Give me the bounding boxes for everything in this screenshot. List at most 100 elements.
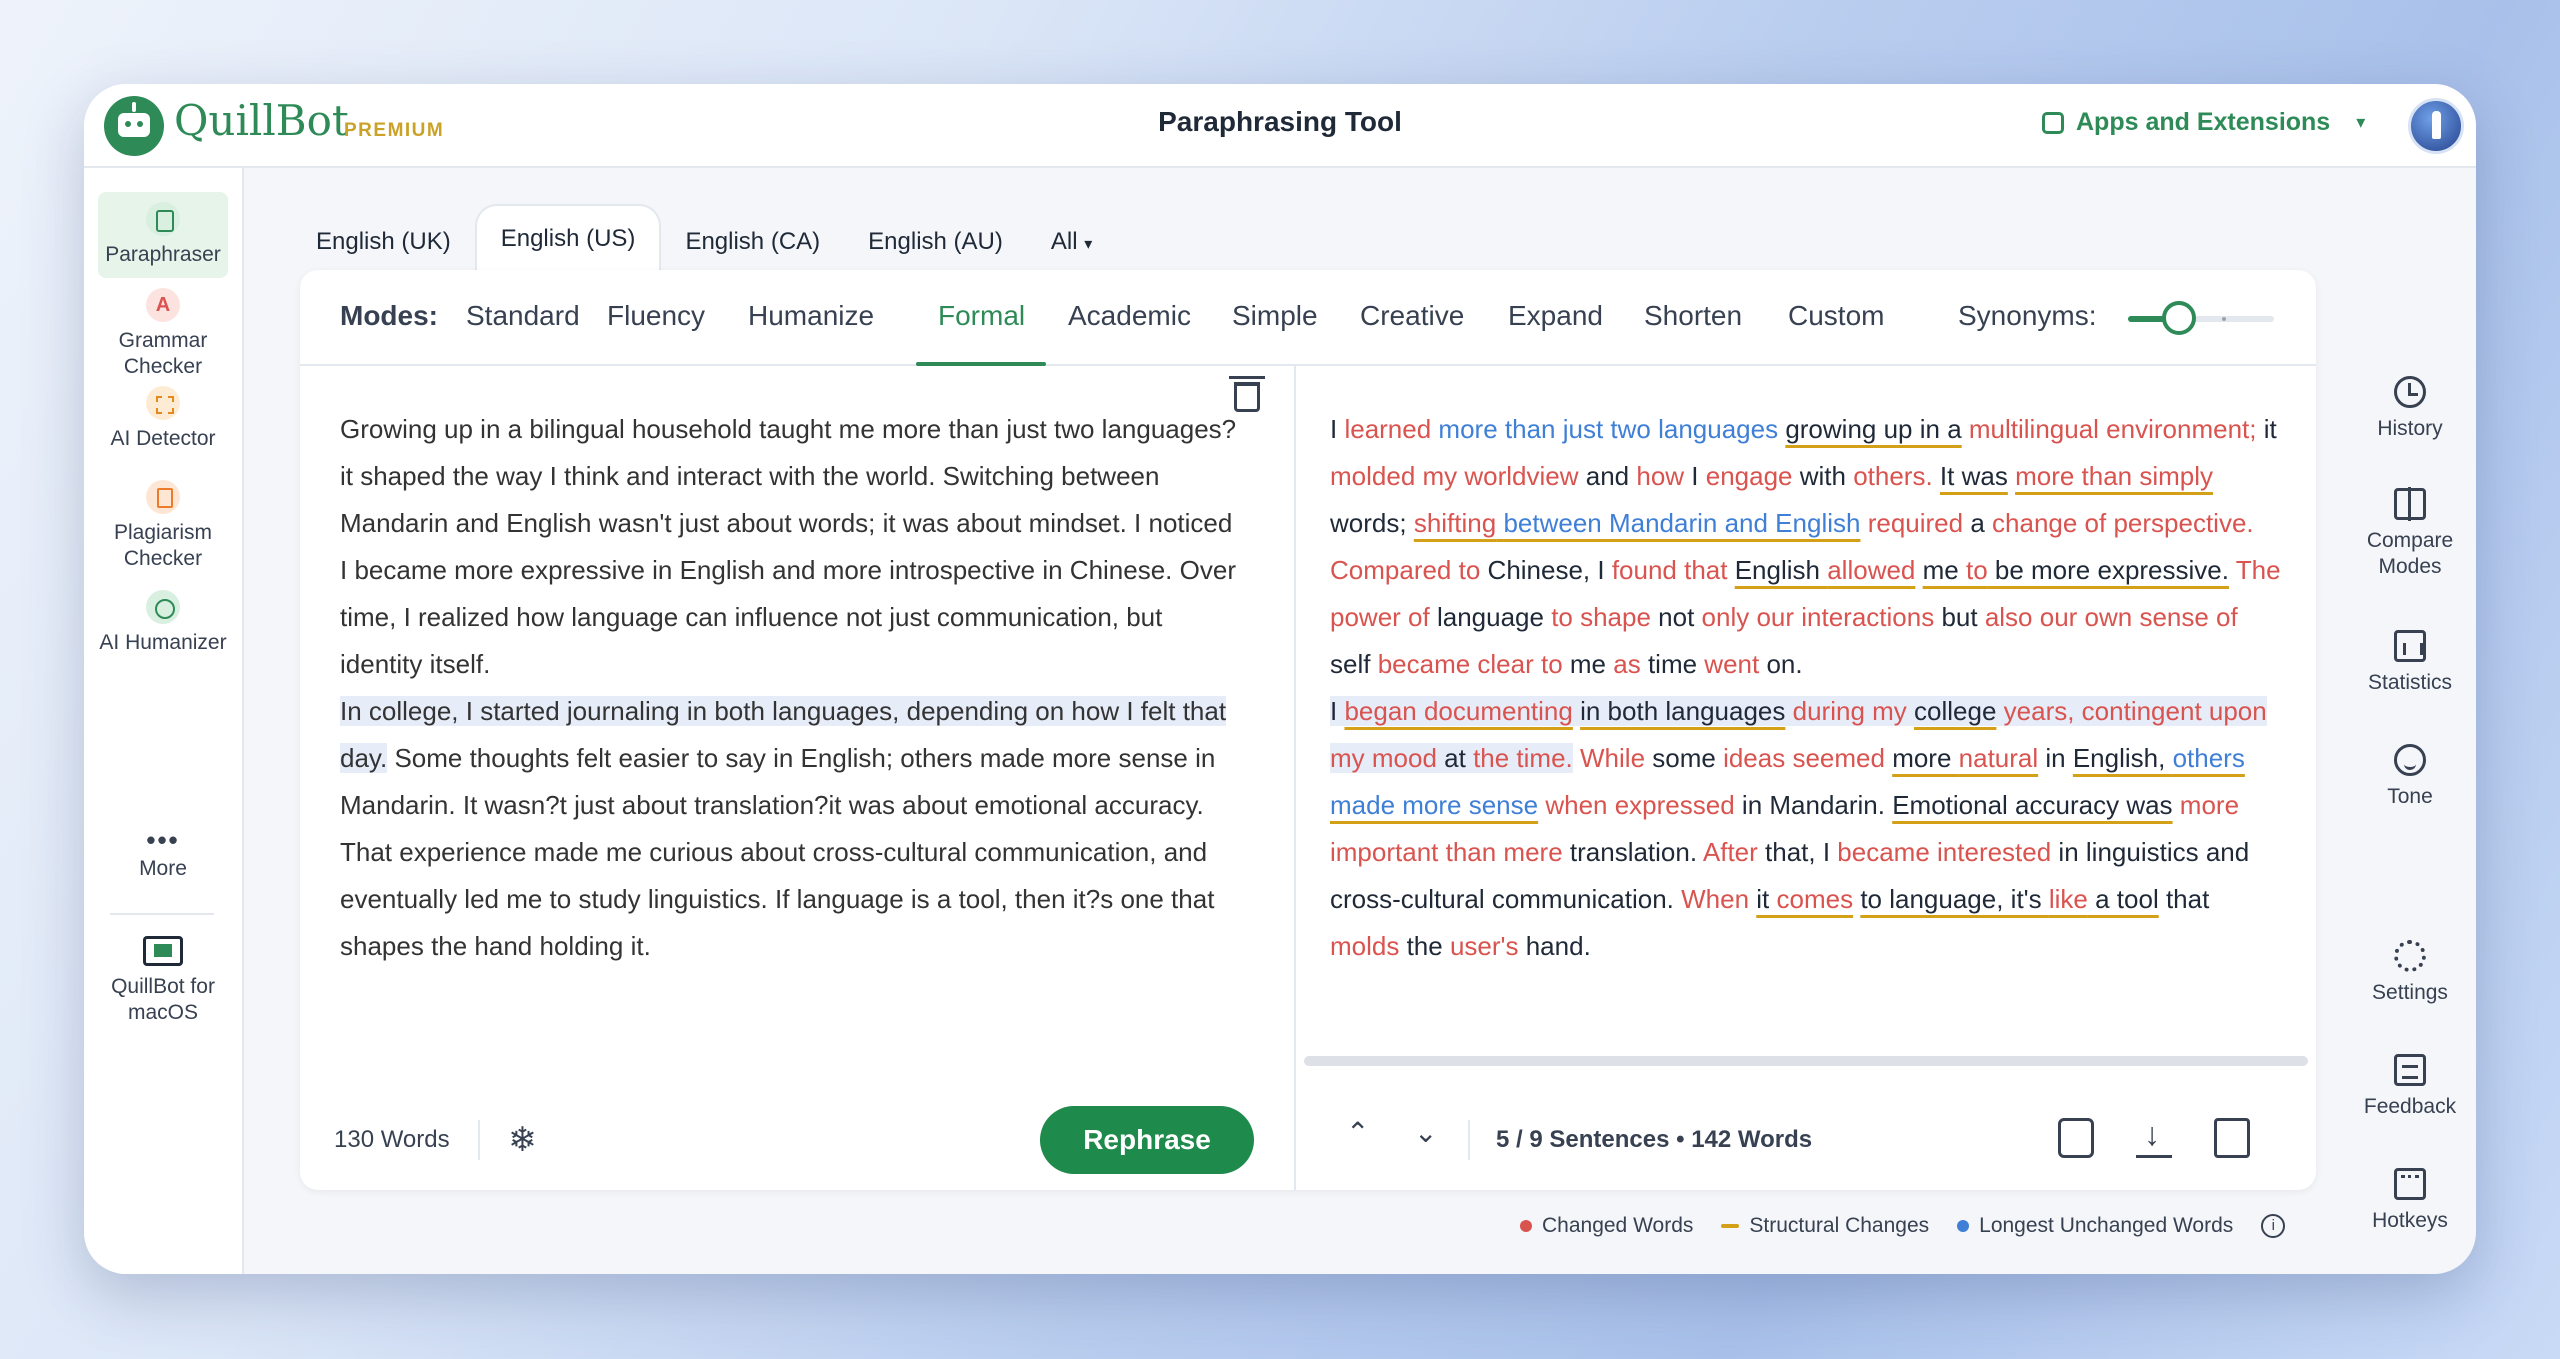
left-sidebar: Paraphraser A Grammar Checker AI Detecto… [84, 168, 244, 1274]
sidebar-item-macos[interactable]: QuillBot for macOS [98, 936, 228, 1026]
tab-english-au[interactable]: English (AU) [844, 212, 1027, 272]
rail-tone[interactable]: Tone [2354, 744, 2466, 810]
sentence-stats: 5 / 9 Sentences • 142 Words [1496, 1126, 1812, 1154]
bullet-separator: • [1676, 1126, 1692, 1153]
rail-statistics[interactable]: Statistics [2354, 630, 2466, 696]
legend-dot [1957, 1220, 1970, 1233]
rephrase-button[interactable]: Rephrase [1040, 1106, 1254, 1174]
rail-settings[interactable]: Settings [2354, 940, 2466, 1006]
input-text-area[interactable]: Growing up in a bilingual household taug… [340, 406, 1240, 970]
slider-tick [2222, 317, 2226, 321]
rail-feedback[interactable]: Feedback [2354, 1054, 2466, 1120]
output-text-area[interactable]: I learned more than just two languages g… [1330, 406, 2285, 970]
sidebar-item-more[interactable]: ••• More [98, 825, 228, 882]
tab-english-uk[interactable]: English (UK) [292, 212, 475, 272]
grammar-checker-icon: A [146, 288, 180, 322]
ai-detector-icon [146, 386, 180, 420]
legend-label: Structural Changes [1749, 1214, 1930, 1237]
more-icon: ••• [146, 825, 180, 855]
sidebar-item-label: QuillBot for macOS [111, 975, 215, 1024]
rail-hotkeys[interactable]: Hotkeys [2354, 1168, 2466, 1234]
sidebar-divider [110, 913, 214, 915]
pane-divider [1294, 366, 1296, 1190]
hotkeys-icon [2394, 1168, 2426, 1200]
info-icon[interactable]: i [2261, 1214, 2286, 1238]
footer-divider [478, 1120, 480, 1160]
delete-icon[interactable] [1229, 376, 1265, 412]
mode-humanize[interactable]: Humanize [748, 300, 874, 332]
synonyms-slider[interactable] [2128, 301, 2274, 335]
rail-label: Hotkeys [2372, 1209, 2448, 1232]
sidebar-item-paraphraser[interactable]: Paraphraser [98, 192, 228, 278]
download-icon[interactable] [2136, 1116, 2172, 1158]
freeze-words-icon[interactable]: ❄ [508, 1120, 537, 1160]
puzzle-icon [2042, 111, 2064, 134]
synonyms-label: Synonyms: [1958, 300, 2097, 331]
apps-extensions-button[interactable]: Apps and Extensions ▾ [2042, 108, 2365, 137]
compare-icon[interactable] [2058, 1118, 2094, 1158]
output-word-count: 142 Words [1691, 1126, 1813, 1153]
rail-label: Feedback [2363, 1095, 2457, 1118]
input-word-count: 130 Words [334, 1126, 450, 1153]
app-window: QuillBot PREMIUM Paraphrasing Tool Apps … [84, 84, 2476, 1274]
previous-sentence-icon[interactable]: ⌃ [1346, 1116, 1369, 1149]
sidebar-item-label: More [139, 857, 187, 880]
next-sentence-icon[interactable]: ⌄ [1414, 1116, 1437, 1149]
legend-unchanged-words: Longest Unchanged Words [1957, 1214, 2233, 1238]
sentence-count: 5 / 9 Sentences [1496, 1126, 1670, 1153]
change-legend: Changed Words Structural Changes Longest… [1520, 1214, 2286, 1238]
mode-fluency[interactable]: Fluency [607, 300, 705, 332]
footer-divider [1468, 1120, 1470, 1160]
mode-simple[interactable]: Simple [1232, 300, 1318, 332]
input-paragraph-2: Some thoughts felt easier to say in Engl… [340, 743, 1216, 961]
sidebar-item-label: AI Detector [110, 427, 216, 450]
top-bar: QuillBot PREMIUM Paraphrasing Tool Apps … [84, 84, 2476, 168]
mode-formal[interactable]: Formal [938, 300, 1025, 332]
compare-modes-icon [2394, 487, 2426, 521]
rail-label: Tone [2387, 785, 2433, 808]
input-footer: 130 Words ❄ Rephrase [300, 1090, 1294, 1190]
sidebar-item-ai-humanizer[interactable]: AI Humanizer [98, 590, 228, 656]
synonyms-slider-knob[interactable] [2162, 301, 2196, 335]
tone-icon [2394, 744, 2426, 776]
mode-creative[interactable]: Creative [1360, 300, 1464, 332]
tab-all-languages[interactable]: All ▾ [1027, 212, 1116, 272]
modes-bar: Modes: Standard Fluency Humanize Formal … [300, 270, 2316, 366]
macos-icon [143, 936, 183, 966]
ai-humanizer-icon [146, 590, 180, 624]
statistics-icon [2394, 630, 2426, 662]
sidebar-item-ai-detector[interactable]: AI Detector [98, 386, 228, 452]
tab-english-us[interactable]: English (US) [474, 204, 662, 272]
mode-expand[interactable]: Expand [1508, 300, 1603, 332]
tab-english-ca[interactable]: English (CA) [661, 212, 844, 272]
modes-label: Modes: [340, 300, 438, 331]
plagiarism-checker-icon [146, 480, 180, 514]
copy-icon[interactable] [2214, 1118, 2250, 1158]
rail-compare-modes[interactable]: Compare Modes [2354, 487, 2466, 580]
history-icon [2394, 376, 2426, 408]
chevron-down-icon: ▾ [2356, 112, 2366, 132]
sidebar-item-grammar-checker[interactable]: A Grammar Checker [98, 288, 228, 380]
mode-shorten[interactable]: Shorten [1644, 300, 1742, 332]
active-mode-indicator [916, 362, 1046, 366]
sidebar-item-plagiarism-checker[interactable]: Plagiarism Checker [98, 480, 228, 572]
paraphrase-editor: Modes: Standard Fluency Humanize Formal … [300, 270, 2316, 1190]
avatar[interactable] [2408, 98, 2464, 154]
sidebar-item-label: Plagiarism Checker [113, 521, 213, 570]
rail-label: Compare Modes [2366, 529, 2454, 578]
mode-custom[interactable]: Custom [1788, 300, 1884, 332]
apps-extensions-label: Apps and Extensions [2076, 108, 2331, 136]
chevron-down-icon: ▾ [1084, 236, 1093, 253]
paraphraser-icon [146, 202, 180, 236]
language-tabs: English (UK) English (US) English (CA) E… [292, 204, 1116, 272]
sidebar-item-label: Paraphraser [105, 243, 221, 266]
right-rail: History Compare Modes Statistics Tone Se… [2354, 268, 2466, 1268]
legend-label: Changed Words [1542, 1214, 1694, 1237]
rail-history[interactable]: History [2354, 376, 2466, 442]
legend-structural-changes: Structural Changes [1721, 1214, 1929, 1238]
output-scrollbar[interactable] [1304, 1056, 2308, 1066]
mode-academic[interactable]: Academic [1068, 300, 1191, 332]
legend-dash [1721, 1224, 1740, 1229]
sidebar-item-label: Grammar Checker [118, 329, 208, 378]
mode-standard[interactable]: Standard [466, 300, 580, 332]
